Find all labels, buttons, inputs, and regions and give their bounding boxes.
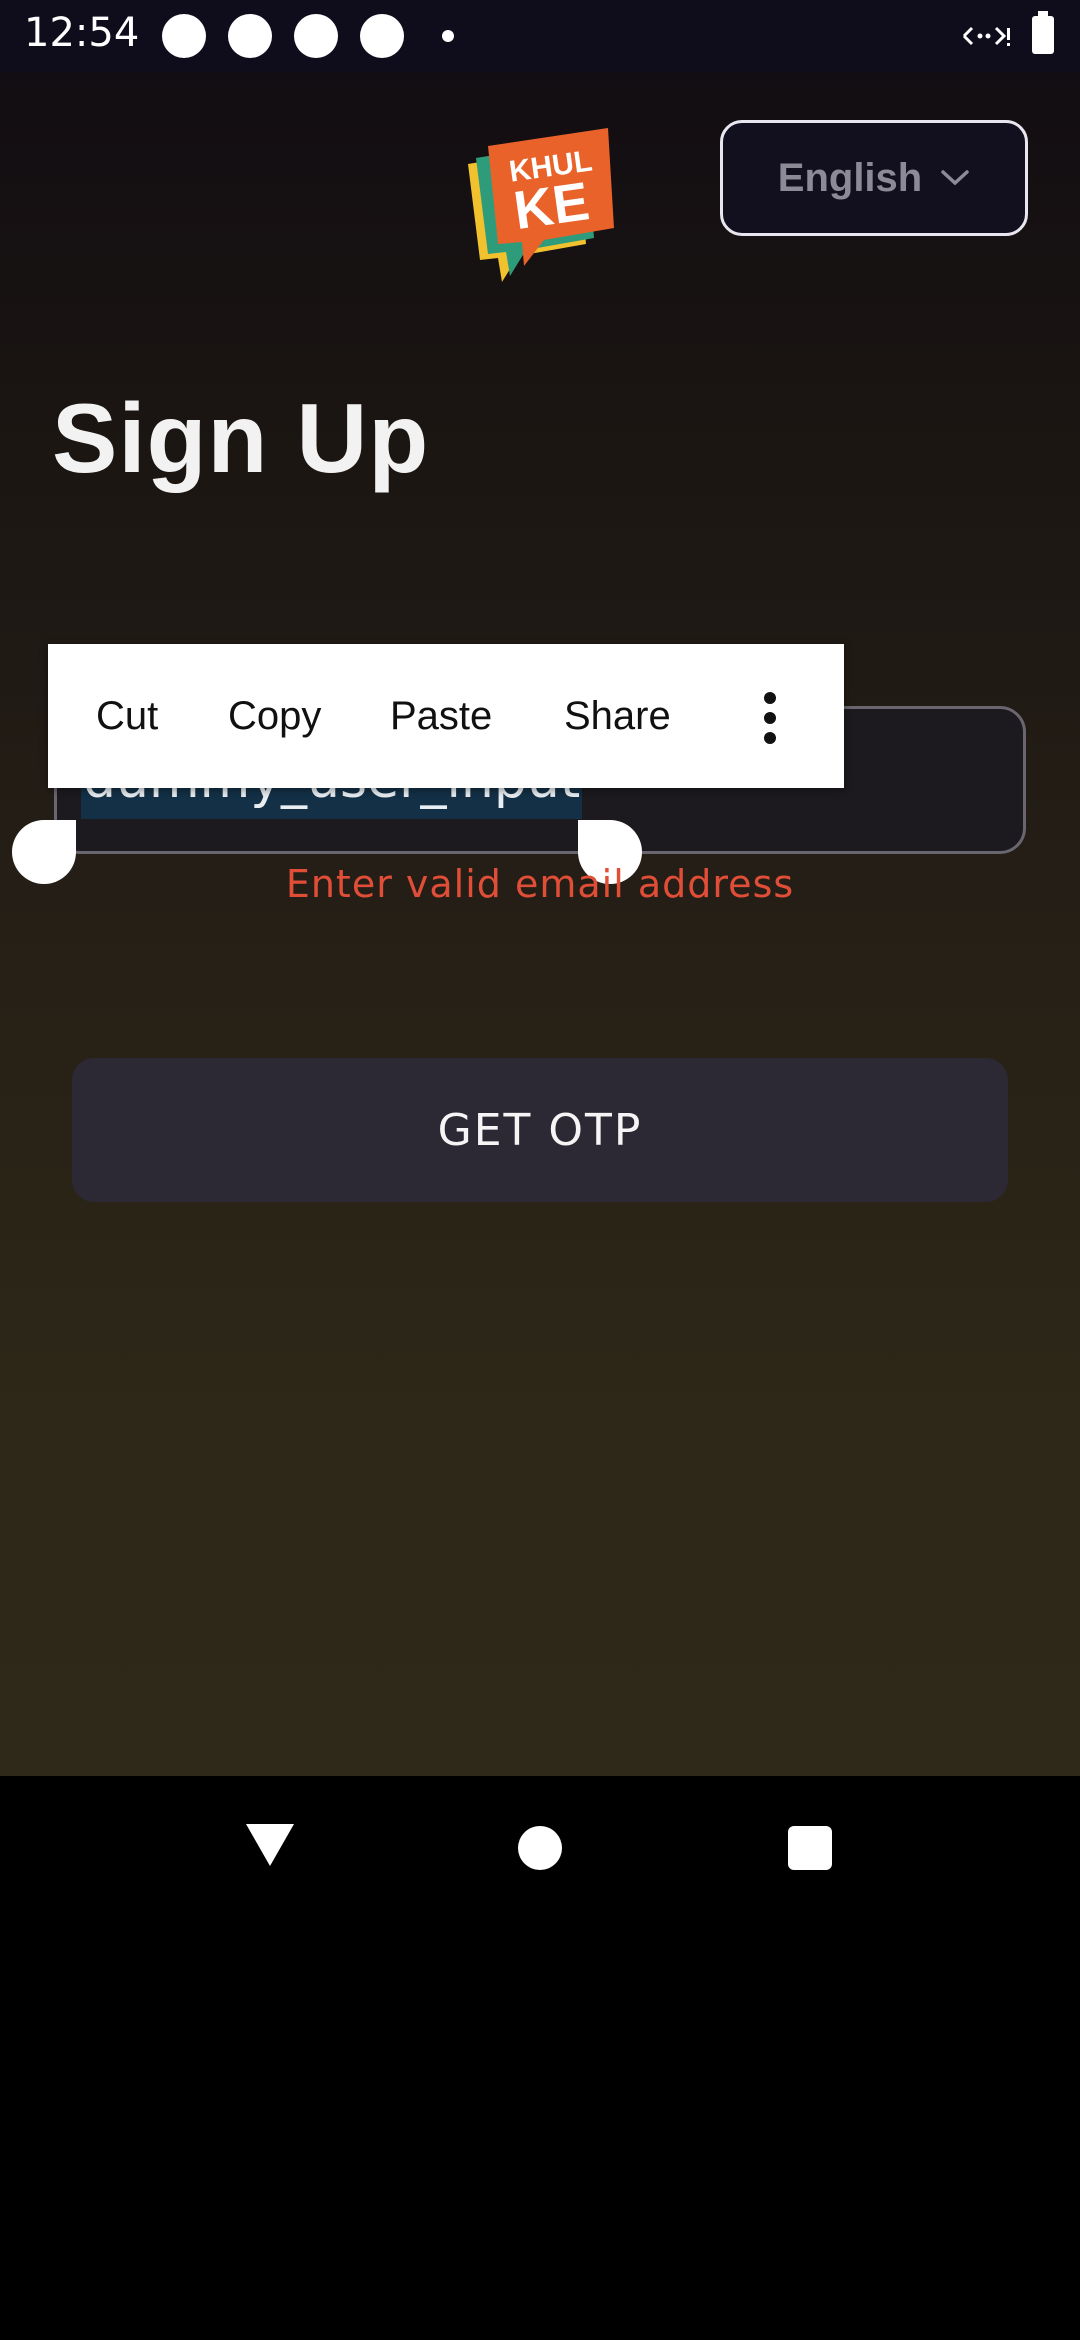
system-nav-bar — [0, 1776, 1080, 1926]
share-button[interactable]: Share — [564, 644, 671, 788]
page-title: Sign Up — [52, 383, 430, 493]
email-error-message: Enter valid email address — [285, 862, 795, 906]
battery-icon — [1032, 11, 1054, 54]
status-bar: 12:54 — [0, 0, 1080, 72]
text-selection-menu: Cut Copy Paste Share — [48, 644, 844, 788]
back-icon[interactable] — [246, 1824, 294, 1866]
logo-text-line2: KE — [510, 171, 593, 241]
recents-icon[interactable] — [788, 1826, 832, 1870]
copy-button[interactable]: Copy — [228, 644, 321, 788]
paste-button[interactable]: Paste — [390, 644, 492, 788]
sign-up-screen: KHUL KE English Sign Up dummy_user_input… — [0, 72, 1080, 1776]
more-vert-icon[interactable] — [760, 692, 780, 744]
chevron-down-icon — [941, 170, 969, 186]
more-notifications-icon — [442, 30, 454, 42]
khulke-logo: KHUL KE — [468, 128, 614, 282]
language-label: English — [777, 155, 923, 200]
notification-icon — [360, 14, 404, 58]
home-icon[interactable] — [518, 1826, 562, 1870]
notification-icon — [228, 14, 272, 58]
status-time: 12:54 — [24, 10, 140, 56]
wifi-off-icon — [962, 26, 1010, 46]
language-dropdown[interactable]: English — [720, 120, 1028, 236]
notification-icon — [162, 14, 206, 58]
cut-button[interactable]: Cut — [96, 644, 158, 788]
notification-icon — [294, 14, 338, 58]
get-otp-button[interactable]: GET OTP — [72, 1058, 1008, 1202]
